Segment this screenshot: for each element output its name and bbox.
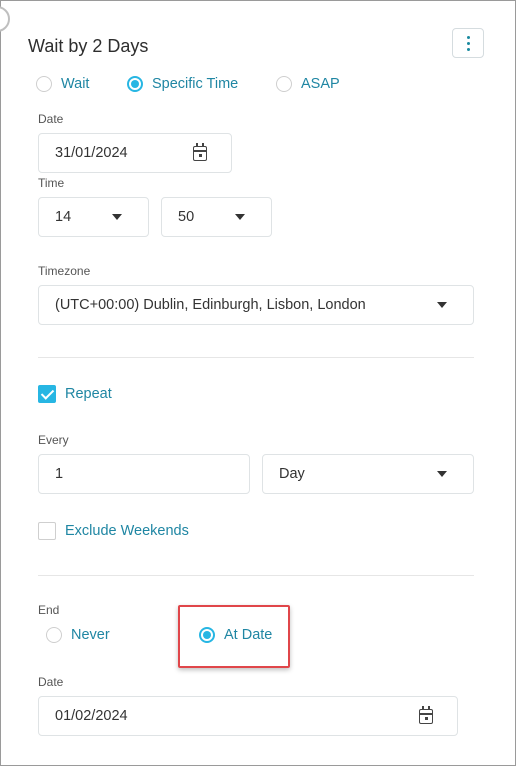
every-label: Every [38, 433, 69, 447]
radio-label: ASAP [301, 76, 340, 92]
radio-circle [127, 76, 143, 92]
every-count-value: 1 [55, 466, 64, 482]
minute-select[interactable]: 50 [161, 197, 272, 237]
more-options-button[interactable] [452, 28, 484, 58]
time-label: Time [38, 176, 65, 190]
checkbox-box [38, 522, 56, 540]
end-label: End [38, 603, 60, 617]
date-label: Date [38, 112, 64, 126]
exclude-weekends-checkbox[interactable]: Exclude Weekends [38, 522, 189, 540]
every-unit-value: Day [279, 466, 305, 482]
end-date-input[interactable]: 01/02/2024 [38, 696, 458, 736]
radio-specific-time[interactable]: Specific Time [127, 76, 238, 92]
chevron-down-icon [437, 302, 447, 308]
radio-asap[interactable]: ASAP [276, 76, 340, 92]
chevron-down-icon [235, 214, 245, 220]
hour-value: 14 [55, 209, 72, 225]
exclude-weekends-label: Exclude Weekends [65, 523, 189, 539]
checkbox-box [38, 385, 56, 403]
end-date-label: Date [38, 675, 64, 689]
end-date-value: 01/02/2024 [55, 708, 128, 724]
timezone-label: Timezone [38, 264, 91, 278]
radio-label: Wait [61, 76, 90, 92]
radio-label: Specific Time [152, 76, 239, 92]
minute-value: 50 [178, 209, 195, 225]
date-input[interactable]: 31/01/2024 [38, 133, 232, 173]
radio-circle [36, 76, 52, 92]
radio-label: Never [71, 627, 110, 643]
timezone-value: (UTC+00:00) Dublin, Edinburgh, Lisbon, L… [55, 297, 366, 313]
hour-select[interactable]: 14 [38, 197, 149, 237]
repeat-label: Repeat [65, 386, 112, 402]
chevron-down-icon [112, 214, 122, 220]
panel-title: Wait by 2 Days [28, 36, 149, 56]
divider [38, 357, 474, 358]
every-unit-select[interactable]: Day [262, 454, 474, 494]
highlight-box [178, 605, 290, 668]
every-count-input[interactable]: 1 [38, 454, 250, 494]
date-value: 31/01/2024 [55, 145, 128, 161]
more-vertical-icon [466, 35, 470, 39]
calendar-icon[interactable] [193, 143, 207, 161]
divider [38, 575, 474, 576]
repeat-checkbox[interactable]: Repeat [38, 385, 112, 403]
chevron-down-icon [437, 471, 447, 477]
timezone-select[interactable]: (UTC+00:00) Dublin, Edinburgh, Lisbon, L… [38, 285, 474, 325]
calendar-icon[interactable] [419, 706, 433, 724]
radio-circle [46, 627, 62, 643]
radio-wait[interactable]: Wait [36, 76, 89, 92]
radio-never[interactable]: Never [46, 627, 110, 643]
radio-circle [276, 76, 292, 92]
